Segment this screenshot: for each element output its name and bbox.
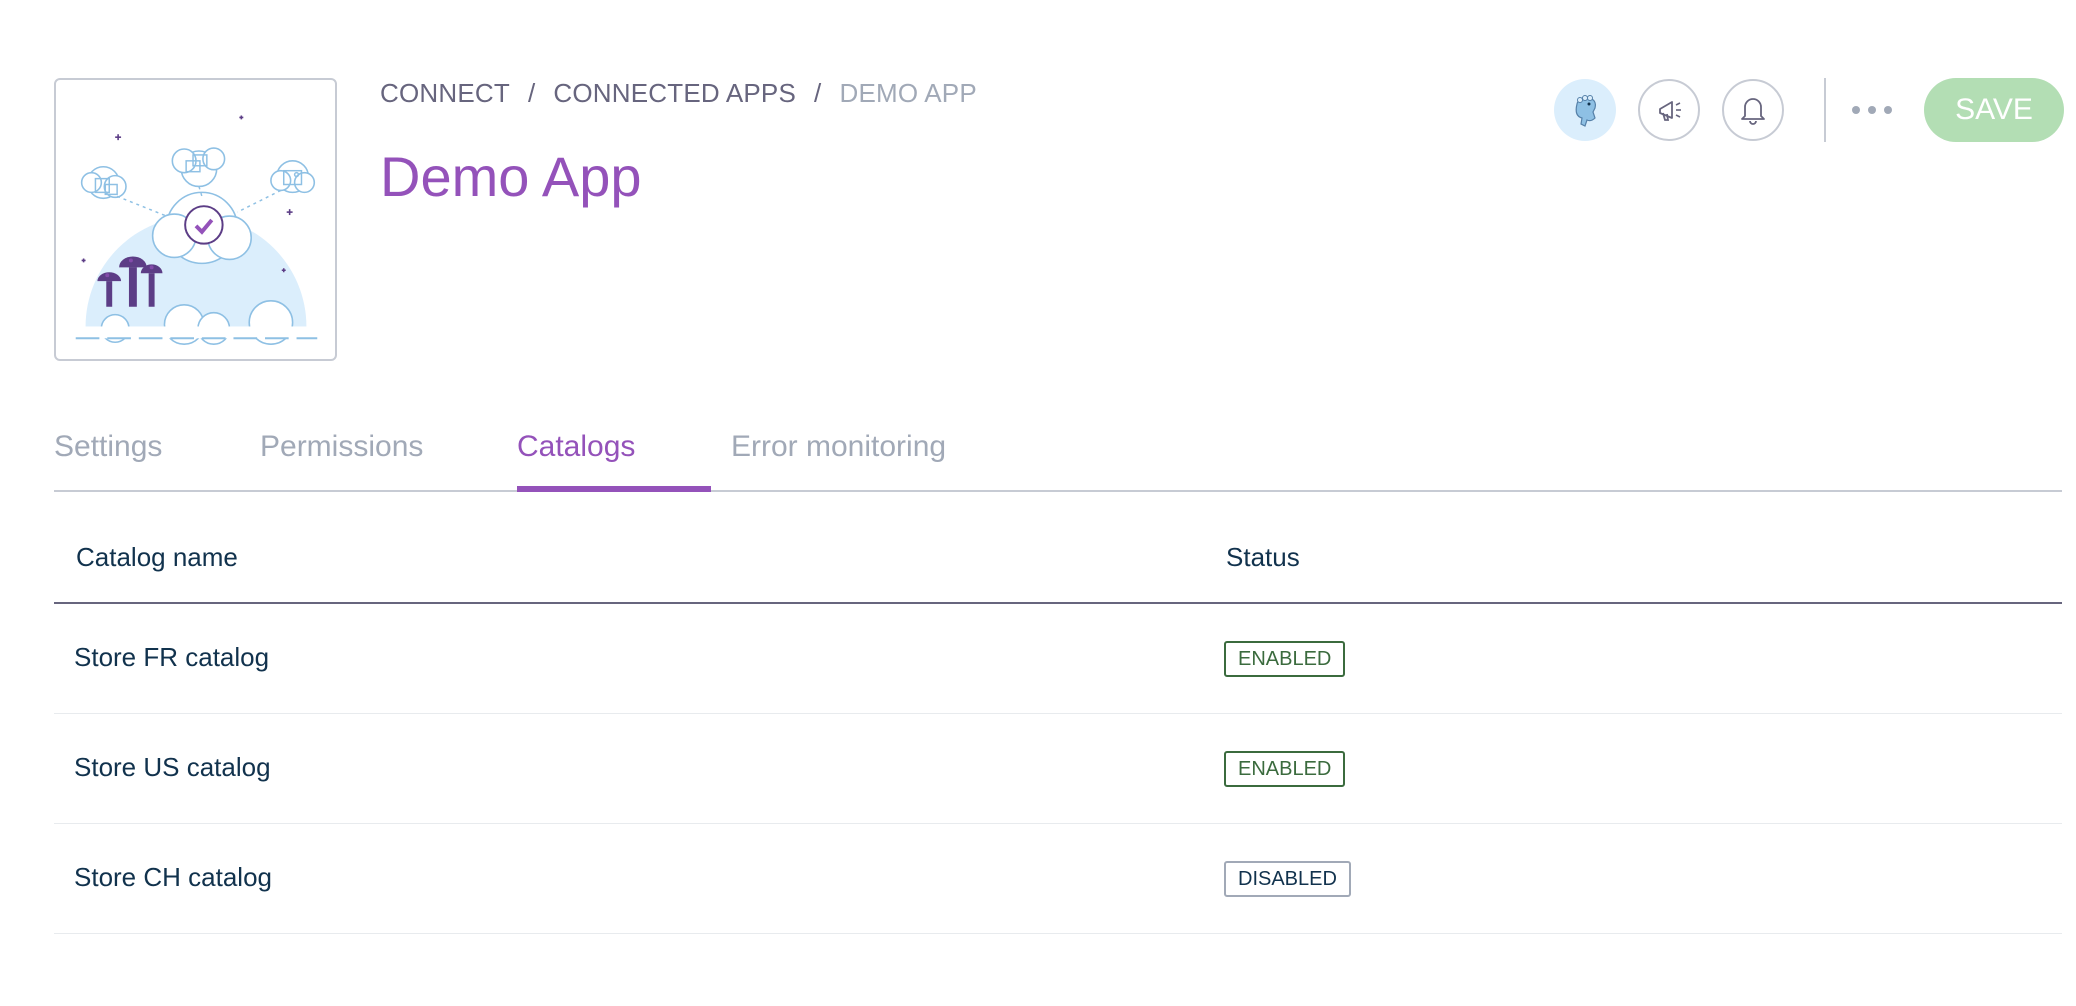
announcements-button[interactable] — [1638, 79, 1700, 141]
notifications-button[interactable] — [1722, 79, 1784, 141]
catalog-name: Store CH catalog — [74, 862, 272, 892]
breadcrumb-demo-app: DEMO APP — [839, 78, 977, 108]
more-options-button[interactable] — [1852, 96, 1892, 124]
table-header: Catalog name Status — [54, 522, 2062, 604]
status-badge: ENABLED — [1224, 751, 1346, 787]
catalogs-table: Catalog name Status Store FR catalog ENA… — [54, 522, 2062, 934]
catalog-name: Store US catalog — [74, 752, 271, 782]
tab-permissions[interactable]: Permissions — [260, 430, 423, 490]
cloud-connection-illustration — [75, 115, 318, 346]
status-badge: DISABLED — [1224, 861, 1351, 897]
breadcrumb-connect[interactable]: CONNECT — [380, 78, 510, 109]
breadcrumb-separator: / — [814, 78, 822, 108]
breadcrumb-connected-apps[interactable]: CONNECTED APPS — [553, 78, 796, 109]
bell-icon — [1741, 98, 1765, 125]
more-options-icon — [1852, 106, 1860, 114]
table-row[interactable]: Store FR catalog ENABLED — [54, 604, 2062, 714]
page-title: Demo App — [380, 145, 642, 208]
breadcrumb: CONNECT / CONNECTED APPS / DEMO APP — [380, 78, 977, 109]
status-badge: ENABLED — [1224, 641, 1346, 677]
column-header-catalog-name: Catalog name — [76, 542, 238, 572]
tab-bar: Settings Permissions Catalogs Error moni… — [54, 418, 2062, 492]
header-divider — [1824, 78, 1826, 142]
user-avatar-icon — [1575, 95, 1596, 127]
table-row[interactable]: Store CH catalog DISABLED — [54, 824, 2062, 934]
tab-settings[interactable]: Settings — [54, 430, 162, 490]
header-actions: SAVE — [1554, 78, 2064, 142]
table-row[interactable]: Store US catalog ENABLED — [54, 714, 2062, 824]
tab-error-monitoring[interactable]: Error monitoring — [731, 430, 946, 490]
column-header-status: Status — [1226, 542, 1300, 572]
tab-catalogs[interactable]: Catalogs — [517, 430, 711, 492]
megaphone-icon — [1659, 101, 1681, 121]
app-illustration — [54, 78, 337, 361]
save-button[interactable]: SAVE — [1924, 78, 2064, 142]
breadcrumb-separator: / — [527, 78, 536, 108]
catalog-name: Store FR catalog — [74, 642, 270, 672]
user-avatar-button[interactable] — [1554, 79, 1616, 141]
